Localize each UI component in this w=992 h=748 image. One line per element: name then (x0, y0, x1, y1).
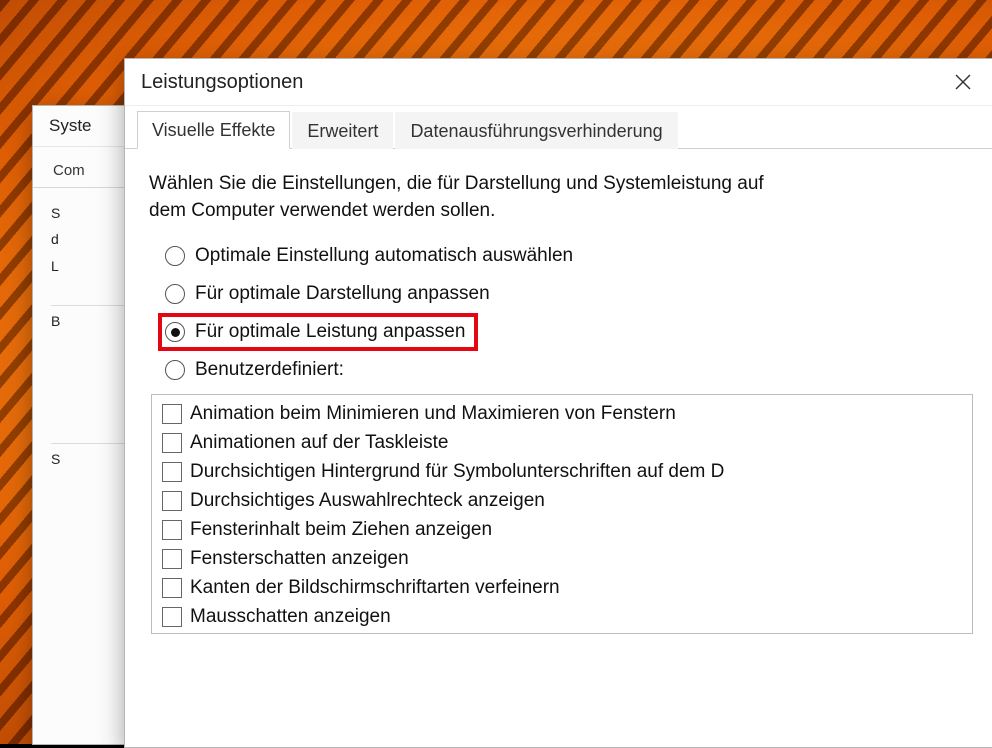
check-taskbar-animations[interactable]: Animationen auf der Taskleiste (162, 430, 972, 456)
checkbox-icon (162, 607, 182, 627)
radio-custom[interactable]: Benutzerdefiniert: (163, 356, 352, 384)
window-title: Leistungsoptionen (141, 71, 303, 94)
performance-options-window: Leistungsoptionen Visuelle Effekte Erwei… (124, 58, 992, 748)
check-drag-contents[interactable]: Fensterinhalt beim Ziehen anzeigen (162, 517, 972, 543)
tabstrip: Visuelle Effekte Erweitert Datenausführu… (125, 106, 992, 149)
radio-label: Optimale Einstellung automatisch auswähl… (195, 245, 573, 267)
check-smooth-font-edges[interactable]: Kanten der Bildschirmschriftarten verfei… (162, 575, 972, 601)
checkbox-icon (162, 578, 182, 598)
checkbox-icon (162, 491, 182, 511)
check-label: Durchsichtiges Auswahlrechteck anzeigen (190, 490, 545, 512)
tab-visual-effects[interactable]: Visuelle Effekte (137, 111, 290, 149)
radio-icon (165, 284, 185, 304)
radio-icon (165, 246, 185, 266)
tab-dep[interactable]: Datenausführungsverhinderung (395, 112, 677, 149)
radio-icon (165, 360, 185, 380)
close-icon (955, 74, 971, 90)
close-button[interactable] (939, 64, 987, 100)
tab-advanced[interactable]: Erweitert (292, 112, 393, 149)
checkbox-icon (162, 404, 182, 424)
visual-effects-radio-group: Optimale Einstellung automatisch auswähl… (163, 242, 973, 384)
bg-tab-computer[interactable]: Com (39, 154, 99, 187)
radio-label: Für optimale Leistung anpassen (195, 321, 465, 343)
check-label: Animationen auf der Taskleiste (190, 432, 448, 454)
check-window-shadows[interactable]: Fensterschatten anzeigen (162, 546, 972, 572)
visual-effects-checklist[interactable]: Animation beim Minimieren und Maximieren… (151, 394, 973, 634)
check-label: Durchsichtigen Hintergrund für Symbolunt… (190, 461, 724, 483)
titlebar: Leistungsoptionen (125, 59, 992, 106)
check-label: Kanten der Bildschirmschriftarten verfei… (190, 577, 560, 599)
checkbox-icon (162, 433, 182, 453)
radio-auto[interactable]: Optimale Einstellung automatisch auswähl… (163, 242, 581, 270)
checkbox-icon (162, 520, 182, 540)
check-animate-minmax[interactable]: Animation beim Minimieren und Maximieren… (162, 401, 972, 427)
checkbox-icon (162, 462, 182, 482)
check-mouse-shadow[interactable]: Mausschatten anzeigen (162, 604, 972, 630)
tab-content: Wählen Sie die Einstellungen, die für Da… (125, 149, 992, 634)
radio-icon (165, 322, 185, 342)
radio-label: Benutzerdefiniert: (195, 359, 344, 381)
checkbox-icon (162, 549, 182, 569)
check-label: Mausschatten anzeigen (190, 606, 391, 628)
check-translucent-icon-labels[interactable]: Durchsichtigen Hintergrund für Symbolunt… (162, 459, 972, 485)
radio-label: Für optimale Darstellung anpassen (195, 283, 490, 305)
check-label: Fensterschatten anzeigen (190, 548, 409, 570)
radio-best-performance[interactable]: Für optimale Leistung anpassen (163, 318, 473, 346)
check-translucent-selection[interactable]: Durchsichtiges Auswahlrechteck anzeigen (162, 488, 972, 514)
radio-best-appearance[interactable]: Für optimale Darstellung anpassen (163, 280, 498, 308)
check-label: Animation beim Minimieren und Maximieren… (190, 403, 676, 425)
description-text: Wählen Sie die Einstellungen, die für Da… (149, 171, 789, 224)
check-label: Fensterinhalt beim Ziehen anzeigen (190, 519, 492, 541)
